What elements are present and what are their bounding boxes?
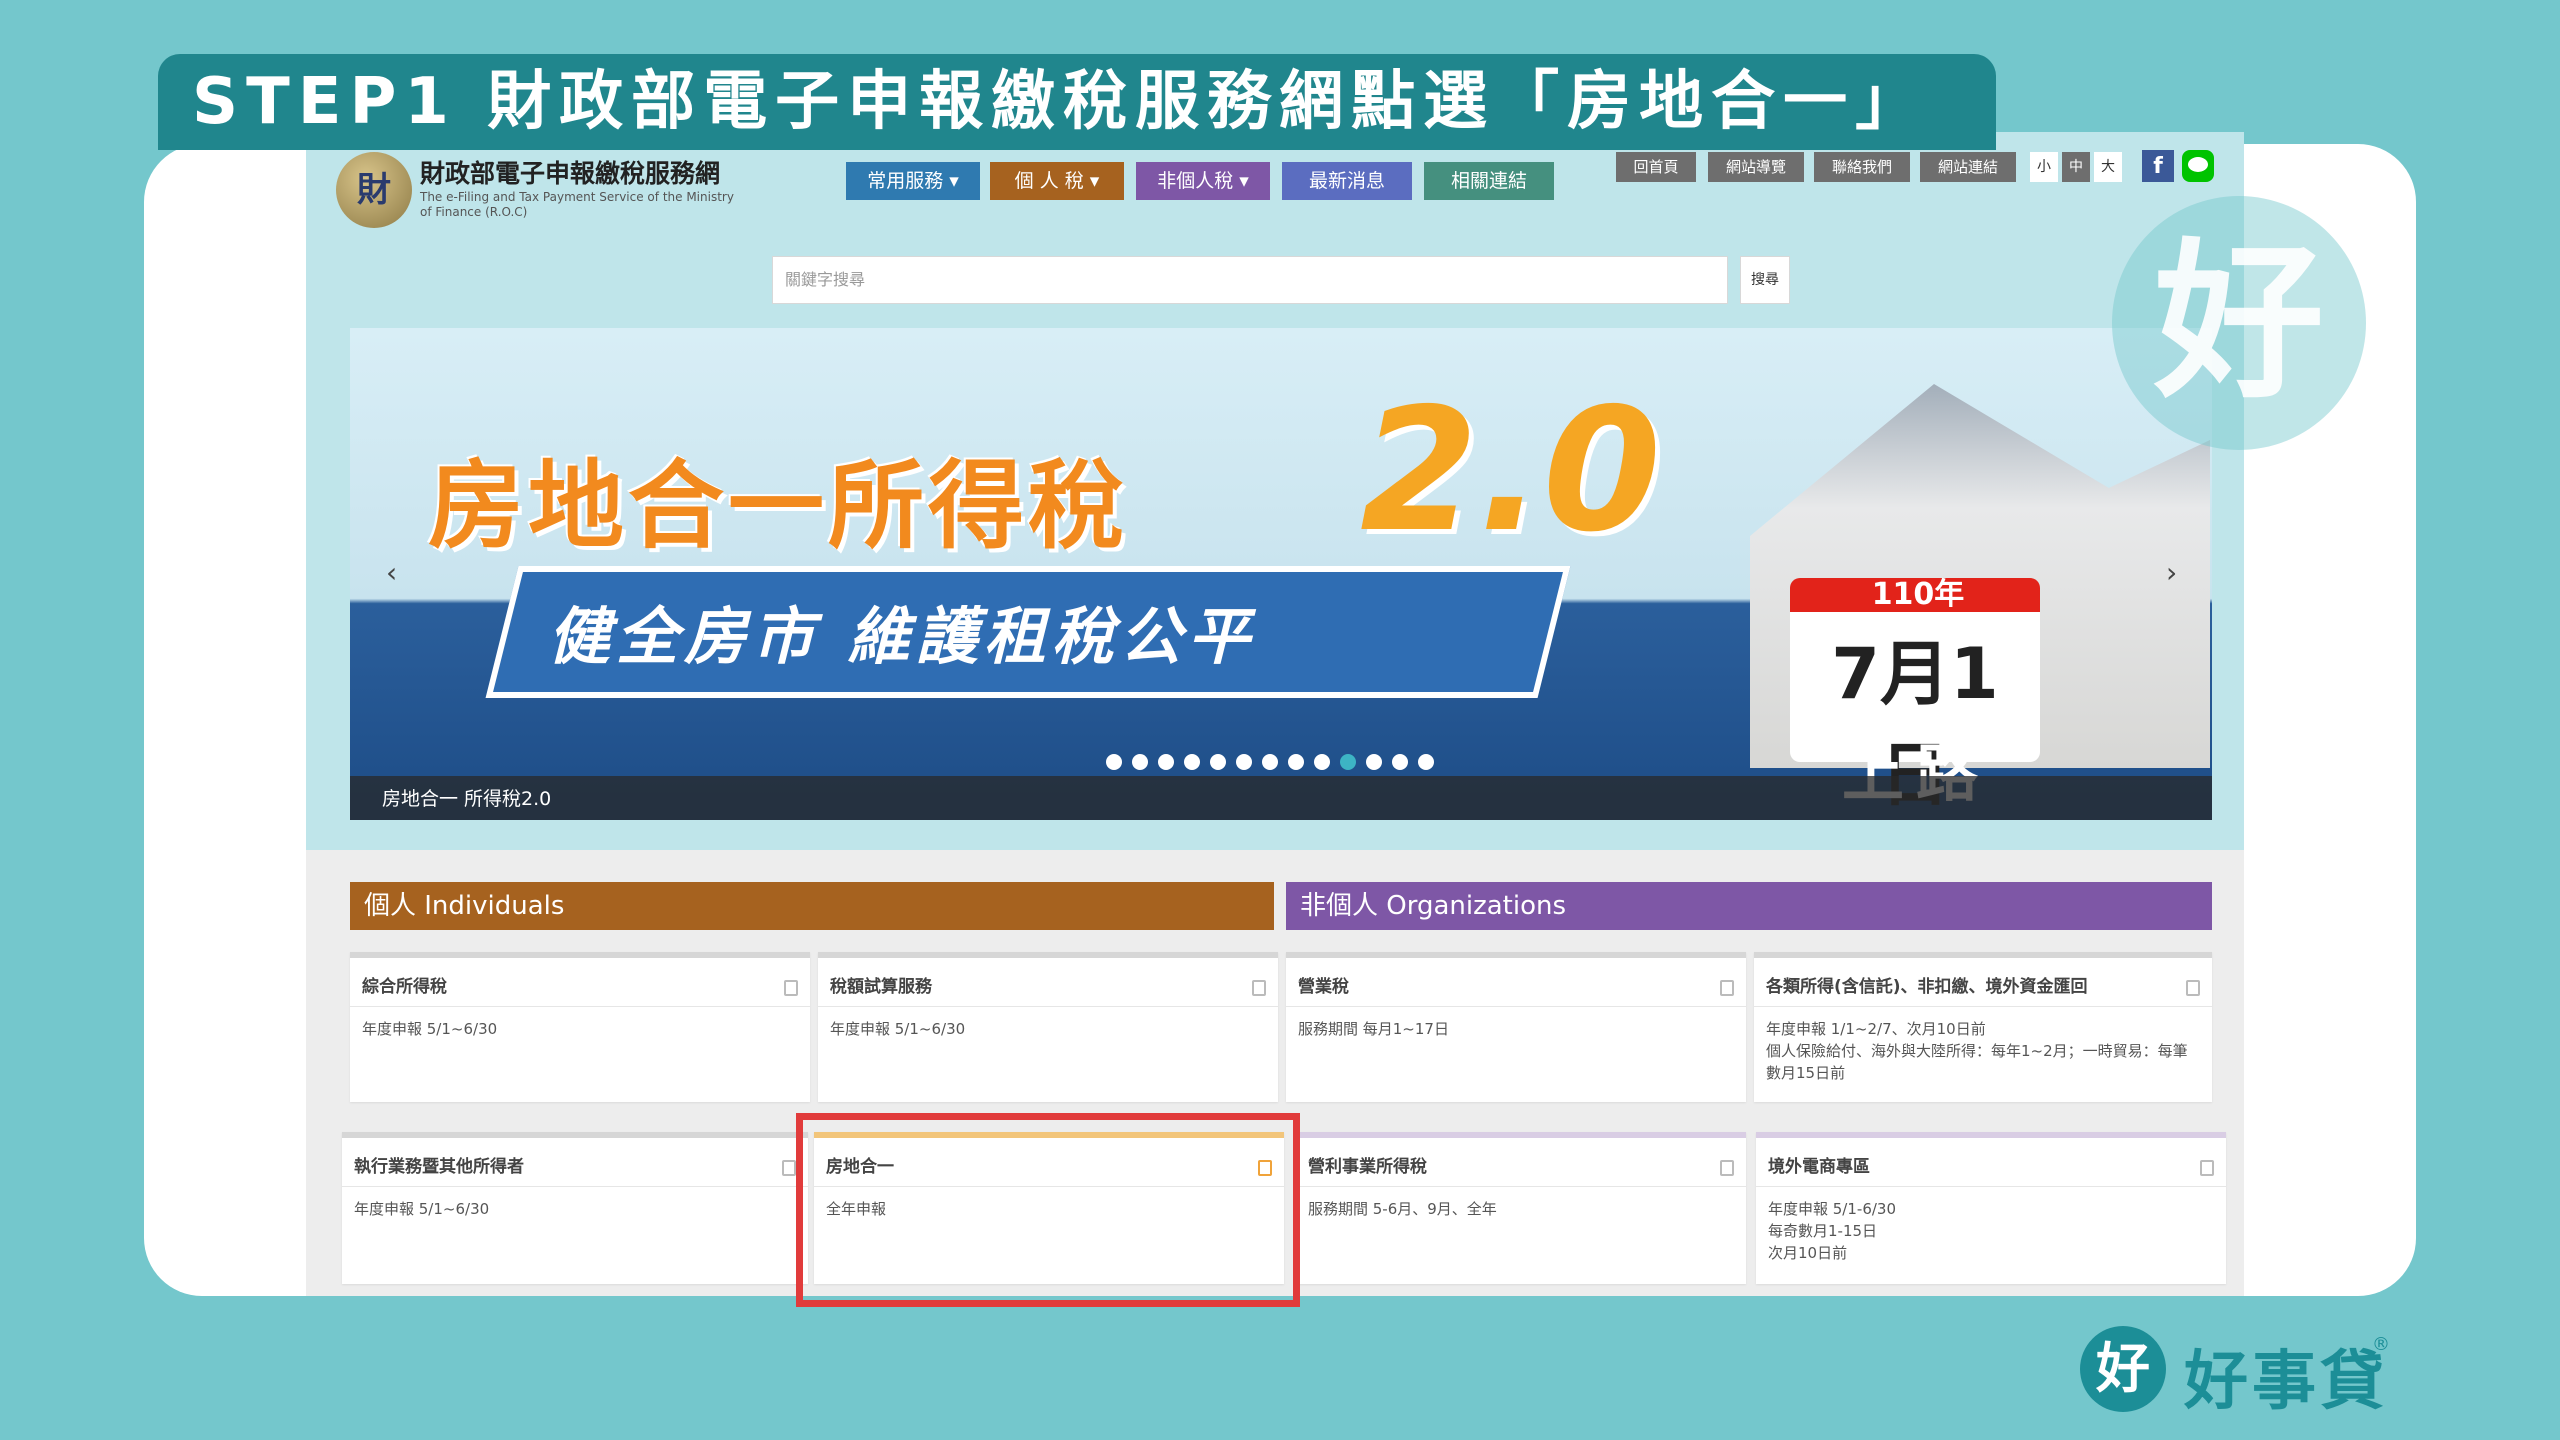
tile-title: 綜合所得稅	[362, 977, 447, 997]
line-icon[interactable]	[2182, 150, 2214, 182]
tile-title: 稅額試算服務	[830, 977, 932, 997]
util-links[interactable]: 網站連結	[1920, 152, 2016, 182]
tile-desc: 年度申報 1/1~2/7、次月10日前 個人保險給付、海外與大陸所得：每年1~2…	[1766, 1020, 2188, 1082]
registered-mark: ®	[2372, 1334, 2390, 1355]
nav-latest-news[interactable]: 最新消息	[1282, 162, 1412, 200]
tile-title: 營業稅	[1298, 977, 1349, 997]
slide-dot[interactable]	[1210, 754, 1226, 770]
font-medium-button[interactable]: 中	[2062, 152, 2090, 182]
nav-individual-tax[interactable]: 個 人 稅 ▾	[990, 162, 1124, 200]
hero-banner[interactable]: 房地合一所得稅 2.0 健全房市 維護租稅公平 110年 7月1日 上路 ‹ ›…	[350, 328, 2212, 820]
slide-dot[interactable]	[1262, 754, 1278, 770]
facebook-icon[interactable]: f	[2142, 150, 2174, 182]
ministry-emblem-icon[interactable]: 財	[336, 152, 412, 228]
divider	[1296, 1186, 1746, 1187]
tile-consolidated-income-tax[interactable]: 綜合所得稅 年度申報 5/1~6/30	[350, 952, 810, 1102]
tile-business-tax[interactable]: 營業稅 服務期間 每月1~17日	[1286, 952, 1746, 1102]
nav-nonindividual-tax[interactable]: 非個人稅 ▾	[1136, 162, 1270, 200]
watermark-logo-icon: 好	[2112, 196, 2366, 450]
util-home[interactable]: 回首頁	[1616, 152, 1696, 182]
brand-name: 好事貸	[2184, 1345, 2388, 1419]
slide-dot[interactable]	[1132, 754, 1148, 770]
divider	[818, 1006, 1278, 1007]
font-small-button[interactable]: 小	[2030, 152, 2058, 182]
calculator-icon	[782, 1160, 796, 1176]
site-subtitle: The e-Filing and Tax Payment Service of …	[420, 190, 734, 219]
tile-various-income[interactable]: 各類所得(含信託)、非扣繳、境外資金匯回 年度申報 1/1~2/7、次月10日前…	[1754, 952, 2212, 1102]
site-title[interactable]: 財政部電子申報繳稅服務網	[420, 154, 720, 190]
tile-title: 各類所得(含信託)、非扣繳、境外資金匯回	[1766, 977, 2088, 997]
tile-desc: 年度申報 5/1~6/30	[830, 1020, 966, 1038]
hero-slogan: 健全房市 維護租稅公平	[548, 600, 1256, 673]
prev-slide-arrow-icon[interactable]: ‹	[386, 556, 397, 589]
calculator-icon	[1720, 1160, 1734, 1176]
next-slide-arrow-icon[interactable]: ›	[2166, 556, 2177, 589]
tile-title: 執行業務暨其他所得者	[354, 1157, 524, 1177]
calculator-icon	[2186, 980, 2200, 996]
tile-profit-seeking-enterprise-tax[interactable]: 營利事業所得稅 服務期間 5-6月、9月、全年	[1296, 1132, 1746, 1284]
nav-common-services[interactable]: 常用服務 ▾	[846, 162, 980, 200]
calculator-icon	[1252, 980, 1266, 996]
font-large-button[interactable]: 大	[2094, 152, 2122, 182]
divider	[350, 1006, 810, 1007]
slide-dot[interactable]	[1340, 754, 1356, 770]
tile-title: 境外電商專區	[1768, 1157, 1870, 1177]
slide-dot[interactable]	[1236, 754, 1252, 770]
calendar-year: 110年	[1871, 577, 1965, 612]
hero-title: 房地合一所得稅	[428, 450, 1128, 562]
divider	[1756, 1186, 2226, 1187]
step-title: STEP1 財政部電子申報繳稅服務網點選「房地合一」	[158, 54, 1996, 150]
tile-tax-calculation-service[interactable]: 稅額試算服務 年度申報 5/1~6/30	[818, 952, 1278, 1102]
slide-dot[interactable]	[1158, 754, 1174, 770]
hero-caption: 房地合一 所得稅2.0	[382, 788, 552, 810]
highlight-box	[796, 1113, 1300, 1307]
slide-dot[interactable]	[1184, 754, 1200, 770]
calculator-icon	[1720, 980, 1734, 996]
slide-dot[interactable]	[1418, 754, 1434, 770]
tile-title: 營利事業所得稅	[1308, 1157, 1427, 1177]
slide-dot[interactable]	[1106, 754, 1122, 770]
slide-dots[interactable]	[1106, 754, 1434, 770]
slide-dot[interactable]	[1314, 754, 1330, 770]
nav-related-links[interactable]: 相關連結	[1424, 162, 1554, 200]
hero-version: 2.0	[1360, 372, 1662, 570]
divider	[1754, 1006, 2212, 1007]
calculator-icon	[2200, 1160, 2214, 1176]
tile-professional-income[interactable]: 執行業務暨其他所得者 年度申報 5/1~6/30	[342, 1132, 808, 1284]
slide-dot[interactable]	[1288, 754, 1304, 770]
tile-desc: 服務期間 5-6月、9月、全年	[1308, 1200, 1497, 1218]
tile-desc: 年度申報 5/1~6/30	[362, 1020, 498, 1038]
slide-dot[interactable]	[1366, 754, 1382, 770]
calculator-icon	[784, 980, 798, 996]
section-individual: 個人 Individuals	[350, 882, 1274, 930]
tile-desc: 服務期間 每月1~17日	[1298, 1020, 1449, 1038]
divider	[342, 1186, 808, 1187]
util-sitemap[interactable]: 網站導覽	[1708, 152, 1804, 182]
util-contact[interactable]: 聯絡我們	[1814, 152, 1910, 182]
caption-bar	[350, 776, 2212, 820]
search-input[interactable]: 關鍵字搜尋	[772, 256, 1728, 304]
search-button[interactable]: 搜尋	[1740, 256, 1790, 304]
divider	[1286, 1006, 1746, 1007]
slide-dot[interactable]	[1392, 754, 1408, 770]
tile-cross-border-ecommerce[interactable]: 境外電商專區 年度申報 5/1-6/30 每奇數月1-15日 次月10日前	[1756, 1132, 2226, 1284]
tile-desc: 年度申報 5/1-6/30 每奇數月1-15日 次月10日前	[1768, 1200, 1897, 1262]
tile-desc: 年度申報 5/1~6/30	[354, 1200, 490, 1218]
section-organization: 非個人 Organizations	[1286, 882, 2212, 930]
brand-logo-icon: 好	[2080, 1326, 2166, 1412]
